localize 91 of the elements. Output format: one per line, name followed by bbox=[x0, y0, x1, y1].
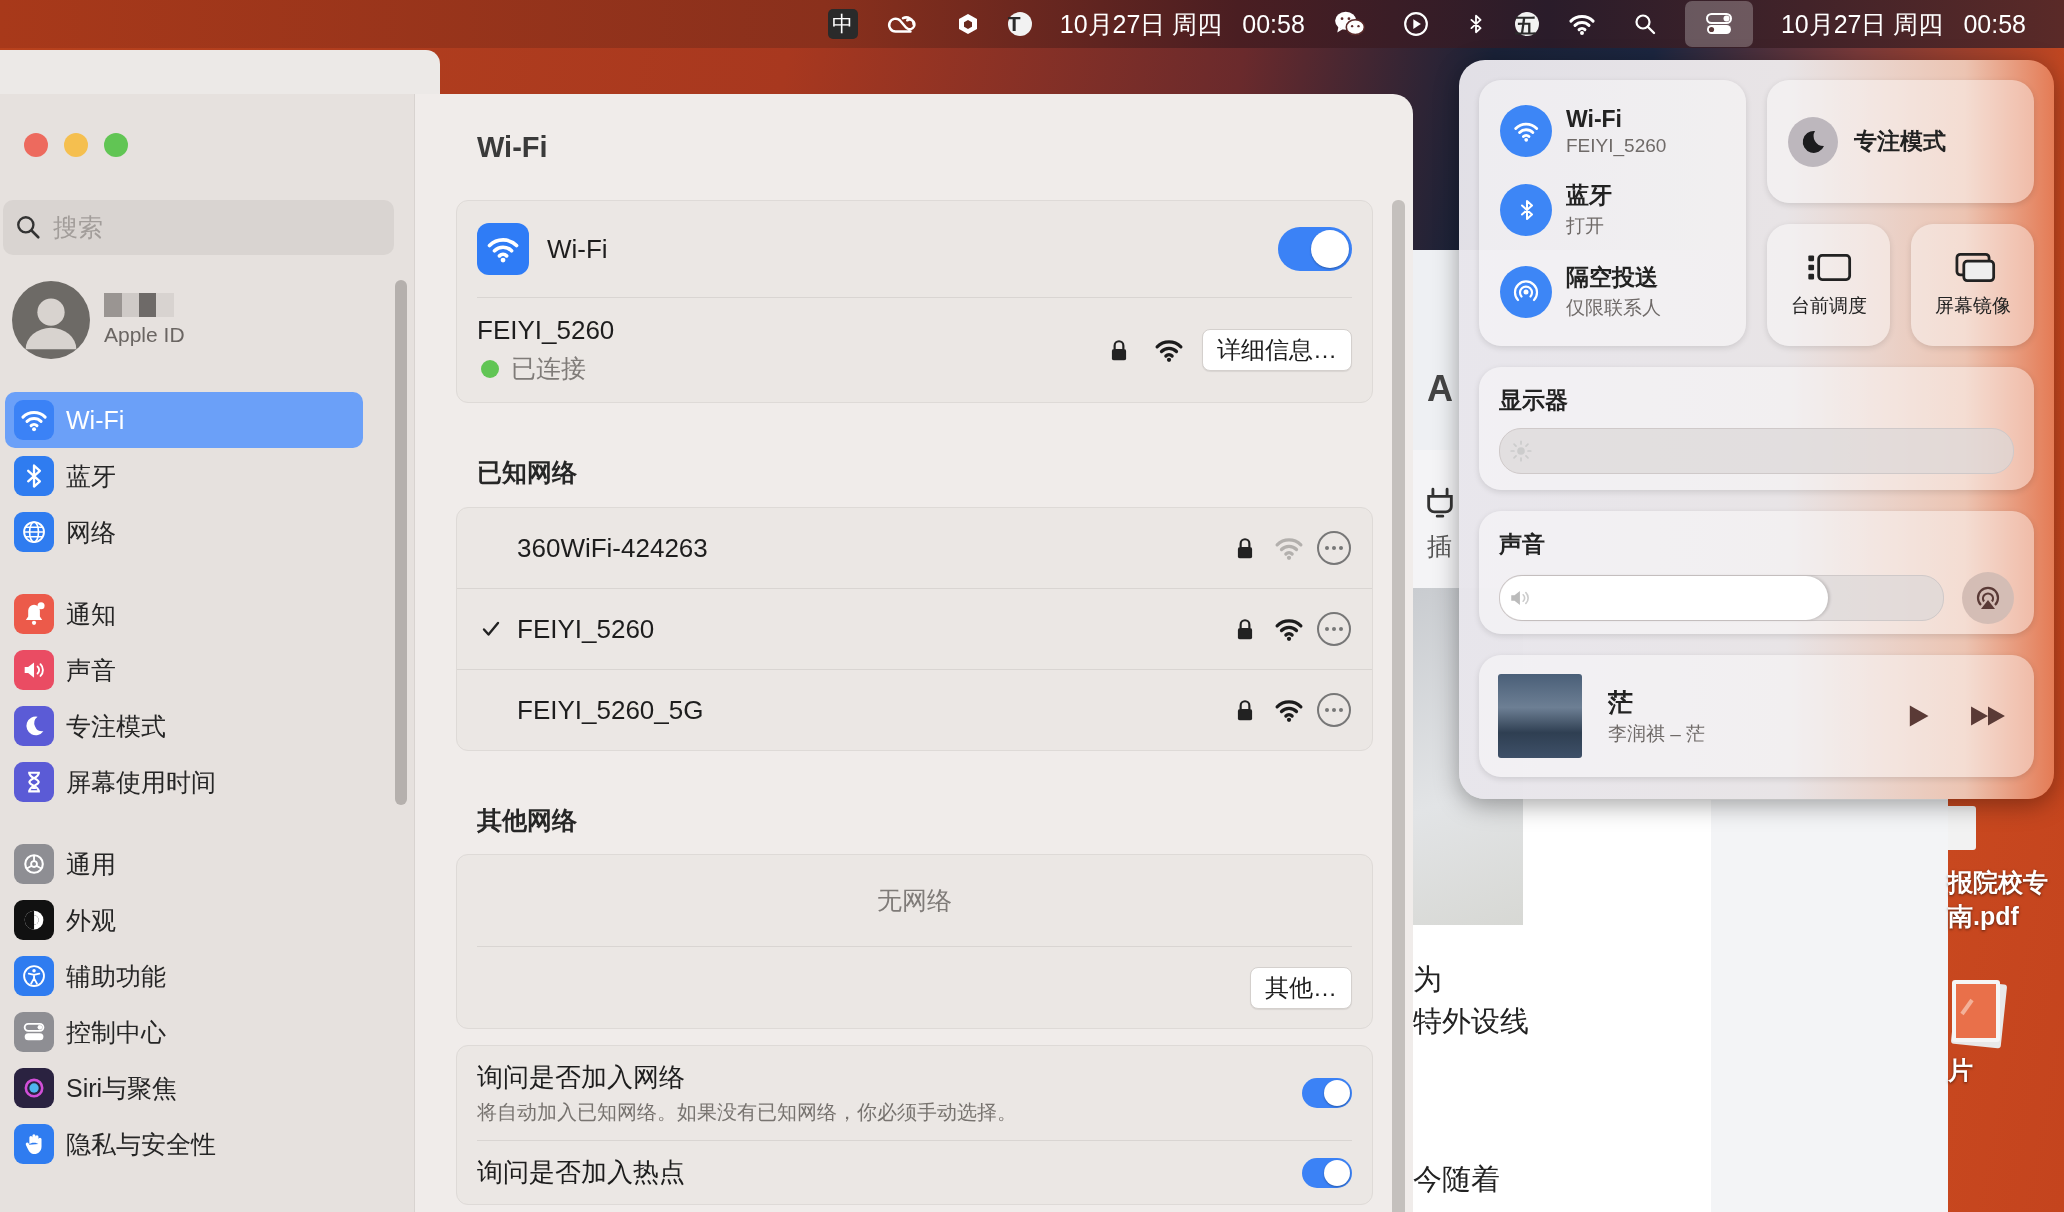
speaker-icon bbox=[14, 650, 54, 690]
fast-forward-icon[interactable] bbox=[1970, 704, 2006, 728]
sidebar-item[interactable]: 辅助功能 bbox=[5, 948, 363, 1004]
section-heading: 已知网络 bbox=[476, 457, 578, 488]
toggle-switch[interactable] bbox=[1302, 1078, 1352, 1108]
airplay-audio-icon[interactable] bbox=[1962, 572, 2014, 624]
connectivity-item[interactable]: 蓝牙 打开 bbox=[1500, 180, 1746, 239]
input-source-indicator[interactable]: 中 bbox=[827, 9, 858, 39]
body-text: 特外设线 bbox=[1413, 1004, 1529, 1039]
slider-title: 显示器 bbox=[1499, 386, 1569, 415]
slider-title: 声音 bbox=[1499, 530, 1546, 559]
status-text: 已连接 bbox=[511, 353, 586, 384]
slider-track[interactable] bbox=[1499, 428, 2014, 474]
sidebar-item[interactable]: 隐私与安全性 bbox=[5, 1116, 363, 1172]
hand-icon bbox=[14, 1124, 54, 1164]
sidebar-item[interactable]: 专注模式 bbox=[5, 698, 363, 754]
focus-tile[interactable]: 专注模式 bbox=[1767, 80, 2034, 203]
avatar-icon[interactable] bbox=[12, 281, 90, 359]
sidebar-item[interactable]: 控制中心 bbox=[5, 1004, 363, 1060]
slider-fill[interactable] bbox=[1500, 576, 1828, 620]
wifi-label: Wi-Fi bbox=[547, 233, 609, 265]
menu-clock[interactable]: 00:58 bbox=[1242, 9, 1305, 39]
option-title: 询问是否加入热点 bbox=[477, 1156, 686, 1189]
sidebar-item[interactable]: 声音 bbox=[5, 642, 363, 698]
track-artist: 李润祺 – 茫 bbox=[1608, 721, 1707, 746]
toggle-switch[interactable] bbox=[1302, 1157, 1352, 1188]
account-subtitle: Apple ID bbox=[104, 323, 185, 347]
close-button[interactable] bbox=[24, 133, 48, 157]
menu-clock[interactable]: 10月27日 周四 bbox=[1059, 7, 1223, 41]
more-icon[interactable] bbox=[1316, 530, 1352, 566]
sidebar-item[interactable]: 网络 bbox=[5, 504, 363, 560]
globe-icon bbox=[14, 512, 54, 552]
control-tile[interactable]: 台前调度 bbox=[1767, 224, 1890, 346]
more-icon[interactable] bbox=[1316, 692, 1352, 728]
accessibility-icon bbox=[14, 956, 54, 996]
details-button[interactable]: 详细信息… bbox=[1202, 329, 1352, 371]
wifi-icon bbox=[477, 223, 529, 275]
wifi-icon bbox=[14, 400, 54, 440]
app-badge-icon[interactable]: T bbox=[1007, 12, 1032, 36]
section-heading: 其他网络 bbox=[476, 805, 578, 836]
network-row[interactable]: FEIYI_5260 bbox=[457, 589, 1372, 669]
scrollbar[interactable] bbox=[1392, 200, 1405, 1212]
network-row[interactable]: FEIYI_5260_5G bbox=[457, 670, 1372, 750]
body-text: 今随着 bbox=[1413, 1162, 1500, 1197]
lock-icon bbox=[1110, 338, 1128, 362]
redacted-name bbox=[104, 293, 174, 317]
control-tile[interactable]: 屏幕镜像 bbox=[1911, 224, 2034, 346]
option-title: 询问是否加入网络 bbox=[477, 1061, 686, 1094]
lock-icon bbox=[1236, 536, 1254, 560]
option-description: 将自动加入已知网络。如果没有已知网络，你必须手动选择。 bbox=[477, 1100, 1018, 1125]
sidebar-window-icon bbox=[1805, 251, 1852, 283]
toggles-icon bbox=[1704, 12, 1733, 36]
gear-icon bbox=[14, 844, 54, 884]
connectivity-item[interactable]: Wi-Fi FEIYI_5260 bbox=[1500, 105, 1746, 157]
more-icon[interactable] bbox=[1316, 611, 1352, 647]
network-row[interactable]: 360WiFi-424263 bbox=[457, 508, 1372, 588]
sidebar-item[interactable]: 通知 bbox=[5, 586, 363, 642]
body-text: 为 bbox=[1413, 962, 1442, 997]
search-icon[interactable] bbox=[1632, 12, 1657, 36]
bluetooth-icon bbox=[14, 456, 54, 496]
toggles-icon bbox=[14, 1012, 54, 1052]
lock-icon bbox=[1236, 698, 1254, 722]
menu-clock[interactable]: 00:58 bbox=[1963, 9, 2026, 39]
menu-clock[interactable]: 10月27日 周四 bbox=[1780, 7, 1944, 41]
file-label[interactable]: 片 bbox=[1948, 1053, 1973, 1088]
sidebar-item[interactable]: 蓝牙 bbox=[5, 448, 363, 504]
hourglass-icon bbox=[14, 762, 54, 802]
slider-track[interactable] bbox=[1499, 575, 1944, 621]
input-method-icon[interactable]: 五 bbox=[1514, 12, 1539, 36]
sidebar-item[interactable]: 通用 bbox=[5, 836, 363, 892]
heading-text: A bbox=[1427, 368, 1453, 410]
control-center-button[interactable] bbox=[1684, 1, 1753, 47]
window-title: Wi-Fi bbox=[477, 130, 548, 164]
bell-icon bbox=[14, 594, 54, 634]
scrollbar[interactable] bbox=[395, 280, 407, 805]
network-name: FEIYI_5260 bbox=[477, 315, 616, 346]
connectivity-item[interactable]: 隔空投送 仅限联系人 bbox=[1500, 262, 1746, 321]
file-label[interactable]: 报院校专 bbox=[1948, 866, 2048, 900]
track-title: 茫 bbox=[1608, 686, 1634, 718]
lock-icon bbox=[1236, 617, 1254, 641]
empty-message: 无网络 bbox=[877, 885, 952, 916]
toggle-switch[interactable] bbox=[1278, 227, 1352, 271]
sidebar-item[interactable]: 外观 bbox=[5, 892, 363, 948]
play-circle-icon[interactable] bbox=[1402, 11, 1429, 37]
orb-icon bbox=[14, 1068, 54, 1108]
sidebar-item[interactable]: Siri与聚焦 bbox=[5, 1060, 363, 1116]
sidebar-item[interactable]: 屏幕使用时间 bbox=[5, 754, 363, 810]
moon-icon bbox=[14, 706, 54, 746]
toolbar-label: 插 bbox=[1427, 531, 1452, 562]
other-button[interactable]: 其他… bbox=[1250, 966, 1352, 1009]
file-label[interactable]: 南.pdf bbox=[1948, 899, 2048, 934]
